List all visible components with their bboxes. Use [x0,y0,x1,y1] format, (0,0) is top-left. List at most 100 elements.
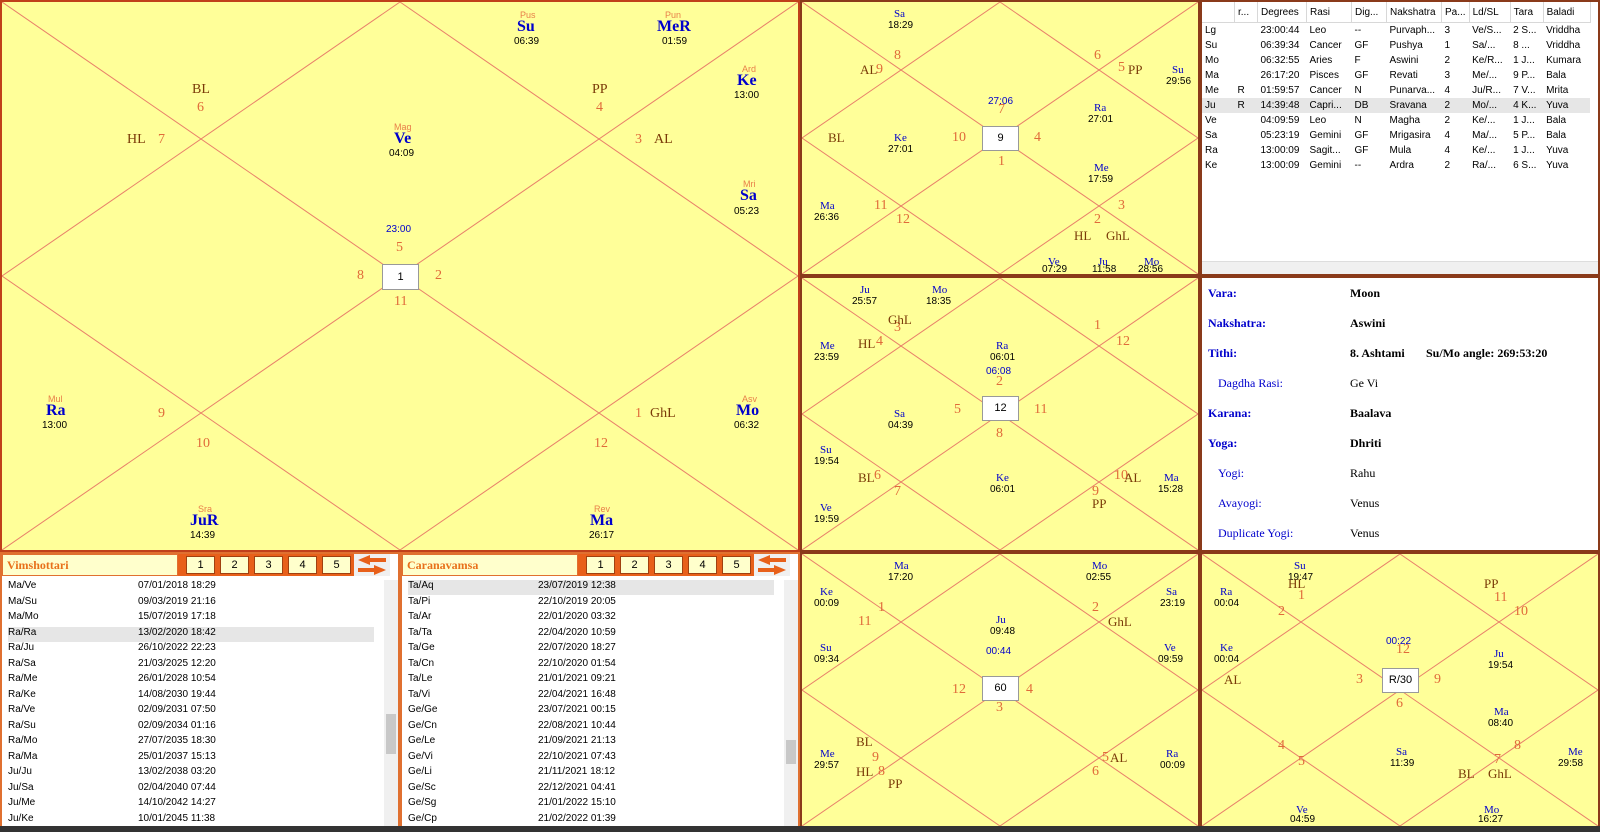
d60-ve: Ve [1164,642,1176,654]
list-item[interactable]: Ma/Su 09/03/2019 21:16 [8,596,374,611]
d3-center-box[interactable]: 12 [982,396,1019,421]
table-cell: R [1237,85,1245,96]
caranavamsa-arrows[interactable] [754,554,790,576]
col-header-ld-sl[interactable]: Ld/SL [1469,2,1511,23]
table-row[interactable]: Ju R 14:39:48 Capri... DB Sravana 2 Mo/... 4 K..… [1202,98,1591,113]
list-item[interactable]: Ta/Le 21/01/2021 09:21 [408,673,774,688]
col-header-tara[interactable]: Tara [1510,2,1544,23]
dasa-period: Ra/Mo [8,735,38,746]
vimshottari-tab-5[interactable]: 5 [322,556,351,574]
table-row[interactable]: Mo 06:32:55 Aries F Aswini 2 Ke/R... 1 J... Kuma… [1202,53,1590,68]
table-row[interactable]: Ma 26:17:20 Pisces GF Revati 3 Me/... 9 P... Bal… [1202,68,1590,83]
list-item[interactable]: Ta/Aq 23/07/2019 12:38 [408,580,774,595]
planet-table[interactable]: r... Degrees Rasi Dig... Nakshatra Pa...… [1200,0,1600,276]
list-item[interactable]: Ge/Sg 21/01/2022 15:10 [408,797,774,812]
col-header-body[interactable] [1202,2,1235,23]
sa-planet[interactable]: Sa [740,187,757,205]
mo-planet[interactable]: Mo [736,402,759,420]
vimshottari-dasa-panel[interactable]: Vimshottari 1 2 3 4 5 Ma/Ve 07/01/2018 18… [0,552,400,828]
col-header-rasi[interactable]: Rasi [1306,2,1352,23]
list-item[interactable]: Ju/Ju 13/02/2038 03:20 [8,766,374,781]
vimshottari-tab-4[interactable]: 4 [288,556,317,574]
caranavamsa-tab-2[interactable]: 2 [620,556,649,574]
me-planet[interactable]: MeR [657,18,691,36]
list-item[interactable]: Ra/Sa 21/03/2025 12:20 [8,658,374,673]
list-item[interactable]: Ta/Cn 22/10/2020 01:54 [408,658,774,673]
list-item[interactable]: Ra/Su 02/09/2034 01:16 [8,720,374,735]
d60-center-box[interactable]: 60 [982,676,1019,701]
list-item[interactable]: Ge/Sc 22/12/2021 04:41 [408,782,774,797]
vimshottari-arrows[interactable] [354,554,390,576]
list-item[interactable]: Ju/Me 14/10/2042 14:27 [8,797,374,812]
list-item[interactable]: Ta/Pi 22/10/2019 20:05 [408,596,774,611]
caranavamsa-scrollbar[interactable] [784,580,798,826]
vimshottari-scrollbar[interactable] [384,580,398,826]
col-header-nakshatra[interactable]: Nakshatra [1386,2,1442,23]
table-row[interactable]: Ra 13:00:09 Sagit... GF Mula 4 Ke/... 1 J... Yuv… [1202,143,1590,158]
caranavamsa-tab-4[interactable]: 4 [688,556,717,574]
d9-center-box[interactable]: 9 [982,126,1019,151]
chart-d9[interactable]: Sa 18:29 Su 29:56 Ke 27:01 Ra 27:01 Me 1… [800,0,1200,276]
caranavamsa-dasa-panel[interactable]: Caranavamsa 1 2 3 4 5 Ta/Aq 23/07/2019 12… [400,552,800,828]
ve-planet[interactable]: Ve [394,130,411,148]
table-horizontal-scrollbar[interactable] [1202,261,1598,274]
caranavamsa-tab-3[interactable]: 3 [654,556,683,574]
caranavamsa-tab-1[interactable]: 1 [586,556,615,574]
col-header-pada[interactable]: Pa... [1441,2,1470,23]
vimshottari-tab-1[interactable]: 1 [186,556,215,574]
list-item[interactable]: Ra/Ma 25/01/2037 15:13 [8,751,374,766]
ju-degree: 14:39 [190,530,216,541]
caranavamsa-tab-5[interactable]: 5 [722,556,751,574]
center-sign-box[interactable]: 1 [382,264,419,290]
vimshottari-tab-2[interactable]: 2 [220,556,249,574]
vimshottari-tab-3[interactable]: 3 [254,556,283,574]
list-item[interactable]: Ra/Mo 27/07/2035 18:30 [8,735,374,750]
list-item[interactable]: Ju/Sa 02/04/2040 07:44 [8,782,374,797]
chart-d60[interactable]: Ma 17:20 Mo 02:55 Ke 00:09 Sa 23:19 Ju 0… [800,552,1200,828]
list-item[interactable]: Ge/Vi 22/10/2021 07:43 [408,751,774,766]
ke-planet[interactable]: Ke [737,72,757,90]
list-item[interactable]: Ra/Ke 14/08/2030 19:44 [8,689,374,704]
list-item[interactable]: Ta/Vi 22/04/2021 16:48 [408,689,774,704]
chart-d3[interactable]: Ju 25:57 Mo 18:35 Me 23:59 Ra 06:01 Sa 0… [800,276,1200,552]
col-header-degrees[interactable]: Degrees [1257,2,1307,23]
list-item[interactable]: Ma/Ve 07/01/2018 18:29 [8,580,374,595]
table-row[interactable]: Ke 13:00:09 Gemini -- Ardra 2 Ra/... 6 S... Yuva [1202,158,1590,173]
d60-sa: Sa [1166,586,1177,598]
caranavamsa-arrow-icons [758,555,786,575]
ra-planet[interactable]: Ra [46,402,66,420]
list-item[interactable]: Ra/Ra 13/02/2020 18:42 [8,626,374,642]
caranavamsa-scroll-thumb[interactable] [786,740,796,764]
r30-center-box[interactable]: R/30 [1382,668,1419,693]
su-planet[interactable]: Su [517,18,535,36]
ju-planet[interactable]: JuR [190,512,218,530]
list-item[interactable]: Ta/Ar 22/01/2020 03:32 [408,611,774,626]
col-header-r[interactable]: r... [1234,2,1258,23]
list-item[interactable]: Ge/Li 21/11/2021 18:12 [408,766,774,781]
col-header-baladi[interactable]: Baladi [1543,2,1591,23]
list-item[interactable]: Ra/Ve 02/09/2031 07:50 [8,704,374,719]
list-item[interactable]: Ra/Ju 26/10/2022 22:23 [8,642,374,657]
table-cell: Mrigasira [1389,130,1431,141]
table-row[interactable]: Ve 04:09:59 Leo N Magha 2 Ke/... 1 J... Bala [1202,113,1590,128]
dasa-period: Ra/Ke [8,688,36,700]
list-item[interactable]: Ta/Ge 22/07/2020 18:27 [408,642,774,657]
ma-planet[interactable]: Ma [590,512,613,530]
list-item[interactable]: Ma/Mo 15/07/2019 17:18 [8,611,374,626]
d60-ma: Ma [894,560,909,572]
list-item[interactable]: Ta/Ta 22/04/2020 10:59 [408,627,774,642]
chart-r30[interactable]: Su 19:47 Ra 00:04 Ke 00:04 Ju 19:54 Ma 0… [1200,552,1600,828]
col-header-dig[interactable]: Dig... [1351,2,1387,23]
list-item[interactable]: Ge/Ge 23/07/2021 00:15 [408,704,774,719]
table-row[interactable]: Sa 05:23:19 Gemini GF Mrigasira 4 Ma/... 5 P...… [1202,128,1590,143]
main-rasi-chart[interactable]: Pus Su 06:39 Pun MeR 01:59 Ard Ke 13:00 … [0,0,800,552]
table-row[interactable]: Su 06:39:34 Cancer GF Pushya 1 Sa/... 8 ... Vrid… [1202,38,1590,53]
table-row[interactable]: Lg 23:00:44 Leo -- Purvaph... 3 Ve/S... 2 S... V… [1202,23,1590,39]
table-row[interactable]: Me R 01:59:57 Cancer N Punarva... 4 Ju/R... 7 V.… [1202,83,1590,98]
d9-su: Su [1172,64,1184,76]
vimshottari-scroll-thumb[interactable] [386,714,396,754]
house-num-5: 1 [635,406,642,421]
list-item[interactable]: Ge/Le 21/09/2021 21:13 [408,735,774,750]
list-item[interactable]: Ra/Me 26/01/2028 10:54 [8,673,374,688]
list-item[interactable]: Ge/Cn 22/08/2021 10:44 [408,720,774,735]
